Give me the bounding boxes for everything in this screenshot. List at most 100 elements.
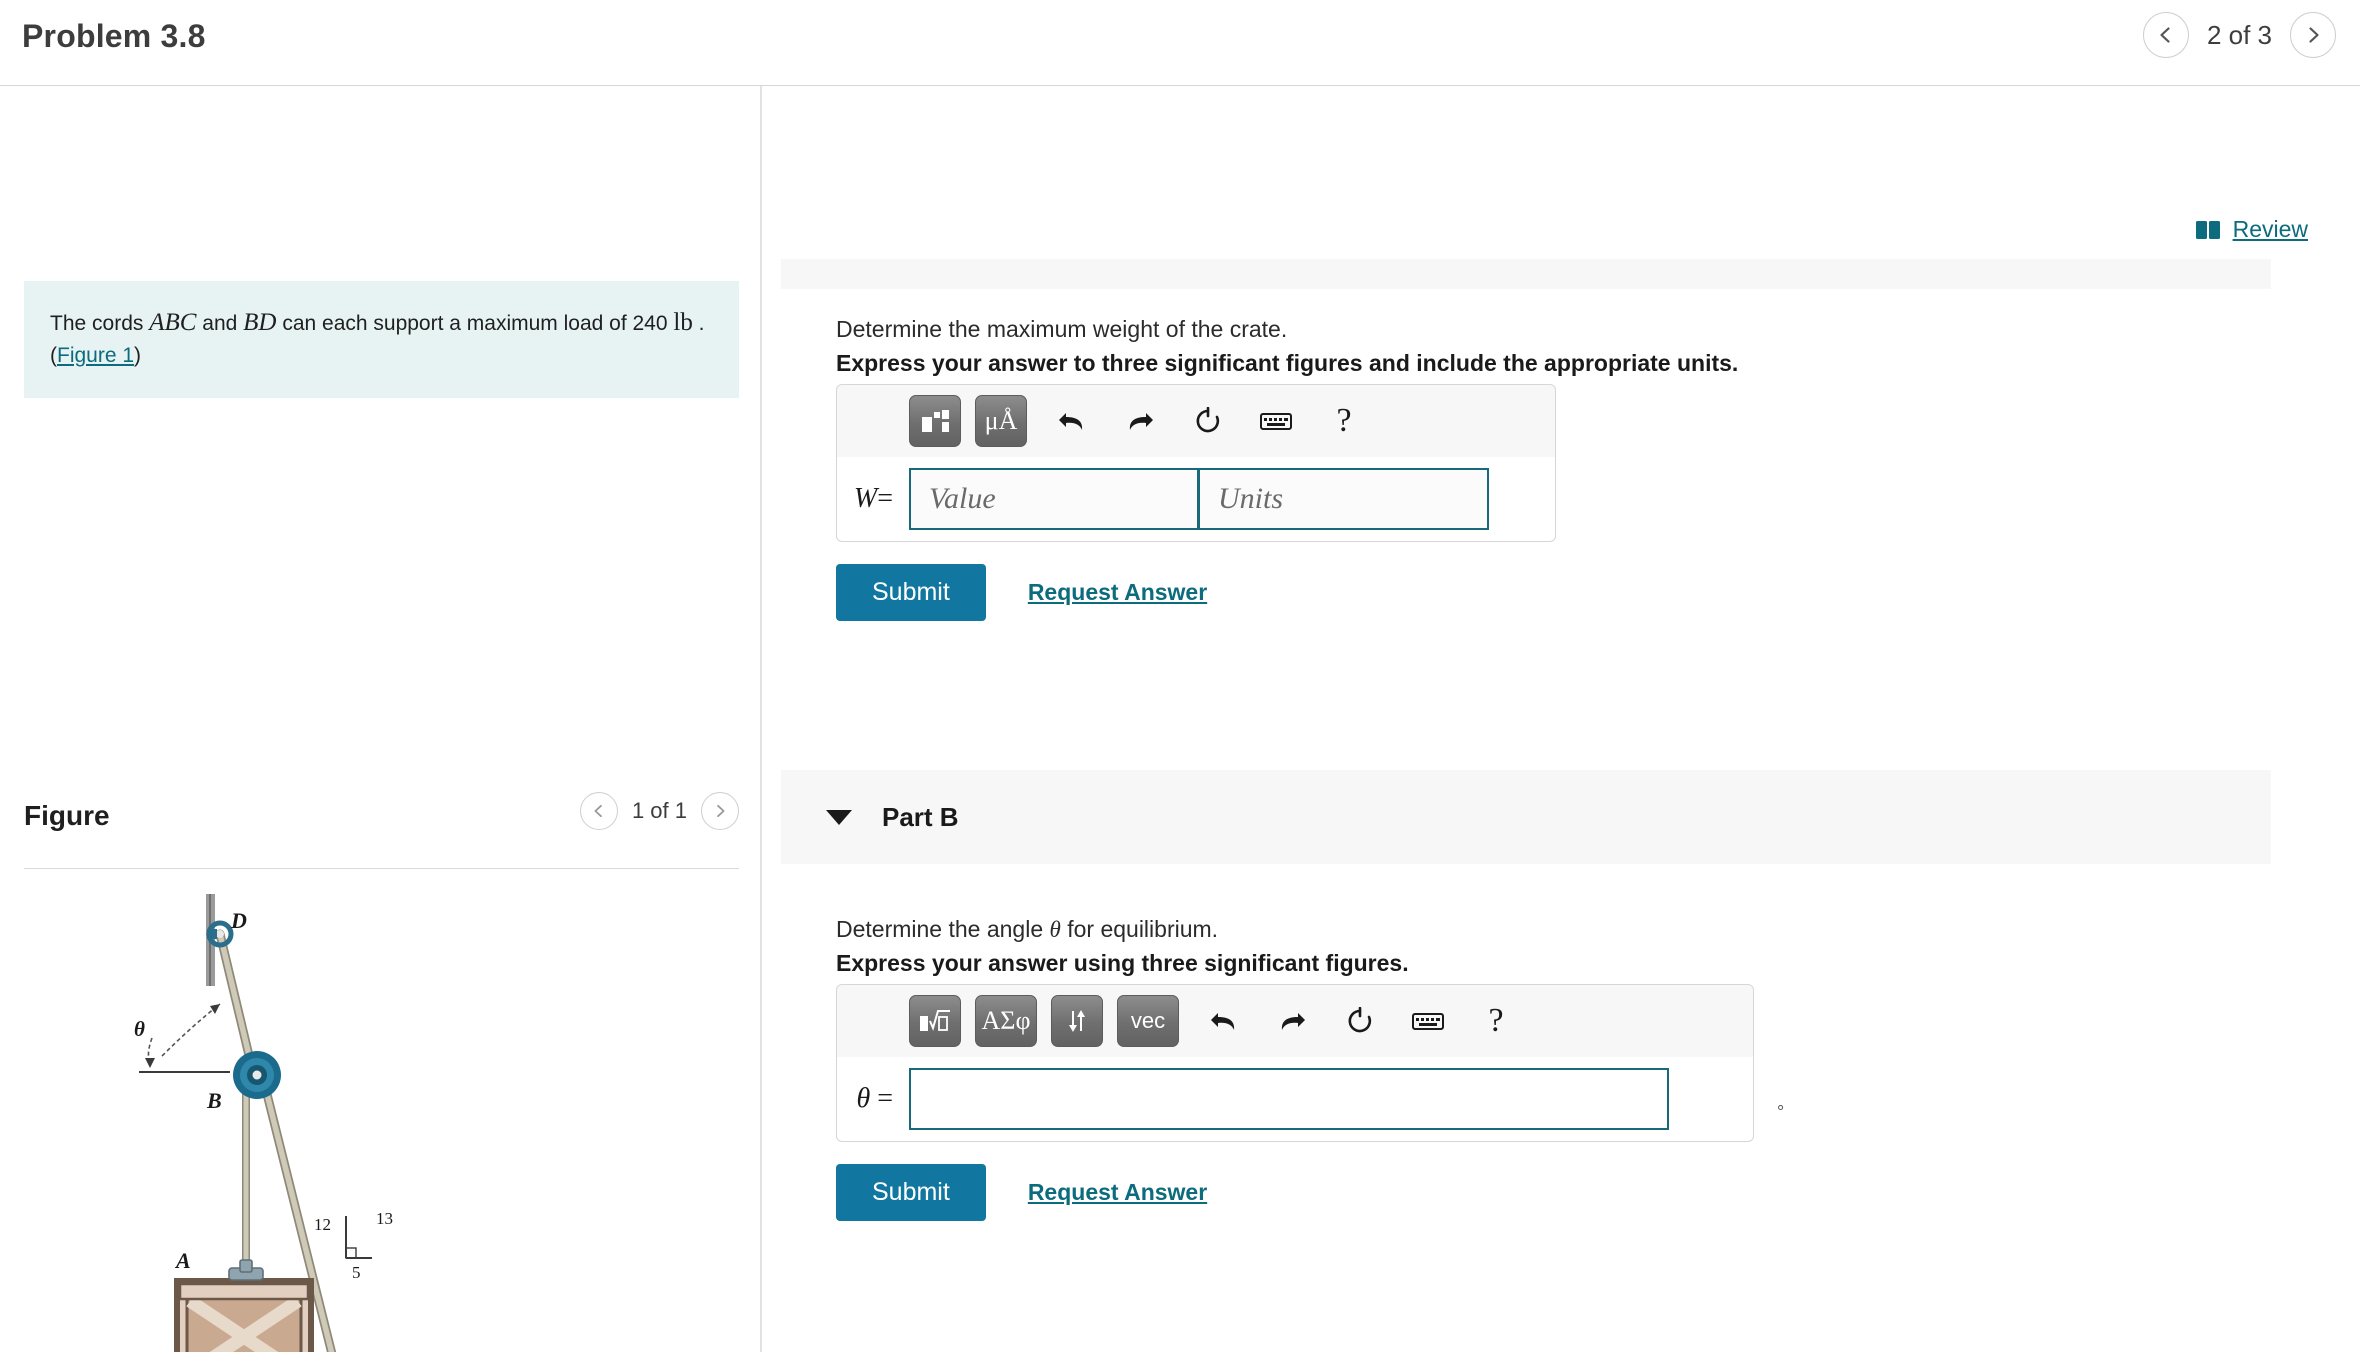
redo-glyph — [1281, 1013, 1305, 1030]
part-a-strip — [781, 259, 2271, 289]
keyboard-glyph — [1260, 413, 1292, 430]
undo-glyph — [1211, 1013, 1235, 1030]
part-a-field-row: W= — [837, 457, 1555, 541]
figure-header: Figure 1 of 1 — [24, 792, 739, 856]
arrows-icon[interactable] — [1051, 995, 1103, 1047]
figure-svg: D B A C θ 12 13 5 — [134, 894, 393, 1352]
figure-pager-label: 1 of 1 — [631, 798, 687, 823]
part-b-request-answer-link[interactable]: Request Answer — [1028, 1179, 1207, 1206]
label-5: 5 — [352, 1263, 361, 1282]
part-a-request-answer-link[interactable]: Request Answer — [1028, 579, 1207, 606]
redo-icon[interactable] — [1117, 398, 1163, 444]
reset-glyph — [1348, 1007, 1372, 1033]
part-b-variable-label: θ = — [837, 1083, 909, 1115]
keyboard-icon[interactable] — [1405, 998, 1451, 1044]
undo-glyph — [1059, 413, 1083, 430]
part-a-variable-label: W= — [837, 483, 909, 515]
part-a-toolbar: μÅ ? — [837, 385, 1555, 457]
reset-icon[interactable] — [1185, 398, 1231, 444]
part-b-title: Part B — [882, 801, 959, 832]
review-link[interactable]: Review — [2195, 216, 2308, 243]
label-12: 12 — [314, 1215, 331, 1234]
chevron-left-icon — [594, 804, 602, 818]
figure-1-link[interactable]: Figure 1 — [57, 344, 134, 367]
units-input[interactable] — [1199, 468, 1489, 530]
cord-abc-label: ABC — [149, 309, 197, 336]
figure-next-button[interactable] — [701, 792, 739, 830]
label-a: A — [174, 1248, 191, 1273]
template-sqrt-glyph — [920, 1010, 950, 1031]
right-panel: Review Determine the maximum weight of t… — [764, 86, 2360, 1352]
book-icon — [2195, 220, 2220, 239]
part-b-submit-row: Submit Request Answer — [836, 1164, 1207, 1221]
figure-divider — [24, 868, 739, 869]
variable-w: W — [853, 483, 878, 514]
redo-glyph — [1129, 413, 1153, 430]
part-a-hint: Express your answer to three significant… — [836, 350, 1739, 376]
part-b-field-row: θ = — [837, 1057, 1753, 1141]
variable-theta: θ — [856, 1083, 871, 1114]
part-a-submit-button[interactable]: Submit — [836, 564, 986, 621]
units-glyph: μÅ — [984, 406, 1018, 435]
figure-diagram[interactable]: D B A C θ 12 13 5 — [24, 886, 739, 1352]
cord-bd-label: BD — [243, 309, 277, 336]
part-b-submit-button[interactable]: Submit — [836, 1164, 986, 1221]
reset-icon[interactable] — [1337, 998, 1383, 1044]
label-theta: θ — [134, 1017, 145, 1041]
part-a-question: Determine the maximum weight of the crat… — [836, 316, 1288, 342]
help-icon[interactable]: ? — [1321, 398, 1367, 444]
keyboard-icon[interactable] — [1253, 398, 1299, 444]
prev-problem-button[interactable] — [2142, 12, 2189, 58]
vector-icon[interactable]: vec — [1117, 995, 1179, 1047]
keyboard-glyph — [1412, 1013, 1444, 1030]
equals-sign: = — [877, 1083, 893, 1114]
undo-icon[interactable] — [1049, 398, 1095, 444]
template-sqrt-icon[interactable] — [909, 995, 961, 1047]
left-panel: The cords ABC and BD can each support a … — [0, 86, 762, 1352]
part-a-submit-row: Submit Request Answer — [836, 564, 1207, 621]
caret-down-icon[interactable] — [826, 809, 852, 825]
template-icon[interactable] — [909, 395, 961, 447]
load-unit: lb — [673, 309, 693, 336]
vector-glyph: vec — [1130, 1008, 1166, 1033]
part-b-question-before: Determine the angle — [836, 916, 1050, 942]
equals-sign: = — [877, 483, 893, 514]
reset-glyph — [1196, 407, 1220, 433]
part-b-toolbar: ΑΣφ vec ? — [837, 985, 1753, 1057]
theta-input[interactable] — [909, 1068, 1669, 1130]
template-glyph — [922, 410, 949, 432]
part-a-answer-box: μÅ ? W= Value Units — [836, 384, 1556, 542]
label-13: 13 — [376, 1209, 393, 1228]
greek-glyph: ΑΣφ — [981, 1006, 1031, 1035]
part-b-hint: Express your answer using three signific… — [836, 950, 1409, 976]
part-b-header[interactable]: Part B — [781, 770, 2271, 864]
angle-arc-upper — [161, 1003, 221, 1057]
problem-statement: The cords ABC and BD can each support a … — [24, 281, 739, 398]
arrows-glyph — [1069, 1010, 1085, 1032]
next-problem-button[interactable] — [2290, 12, 2336, 58]
statement-text-2: and — [196, 312, 244, 335]
pager-label: 2 of 3 — [2206, 19, 2272, 50]
label-b: B — [206, 1088, 222, 1113]
redo-icon[interactable] — [1269, 998, 1315, 1044]
part-b-answer-box: ΑΣφ vec ? θ = — [836, 984, 1754, 1142]
chevron-left-icon — [2160, 27, 2170, 43]
part-b-question: Determine the angle θ for equilibrium. — [836, 916, 1218, 943]
page-title: Problem 3.8 — [22, 18, 206, 54]
figure-prev-button[interactable] — [579, 792, 618, 830]
chevron-right-icon — [2309, 27, 2319, 43]
units-icon[interactable]: μÅ — [975, 395, 1027, 447]
figure-title: Figure — [24, 800, 110, 831]
value-input[interactable] — [909, 468, 1199, 530]
problem-pager: 2 of 3 — [2142, 12, 2336, 58]
top-bar: Problem 3.8 2 of 3 — [0, 0, 2360, 86]
crate — [174, 1259, 314, 1352]
greek-symbols-icon[interactable]: ΑΣφ — [975, 995, 1037, 1047]
part-b-question-after: for equilibrium. — [1060, 916, 1219, 942]
figure-pager: 1 of 1 — [579, 792, 739, 830]
statement-text-3: can each support a maximum load of 240 — [276, 312, 674, 335]
undo-icon[interactable] — [1201, 998, 1247, 1044]
help-icon[interactable]: ? — [1473, 998, 1519, 1044]
chevron-right-icon — [717, 804, 725, 818]
label-d: D — [230, 908, 247, 933]
